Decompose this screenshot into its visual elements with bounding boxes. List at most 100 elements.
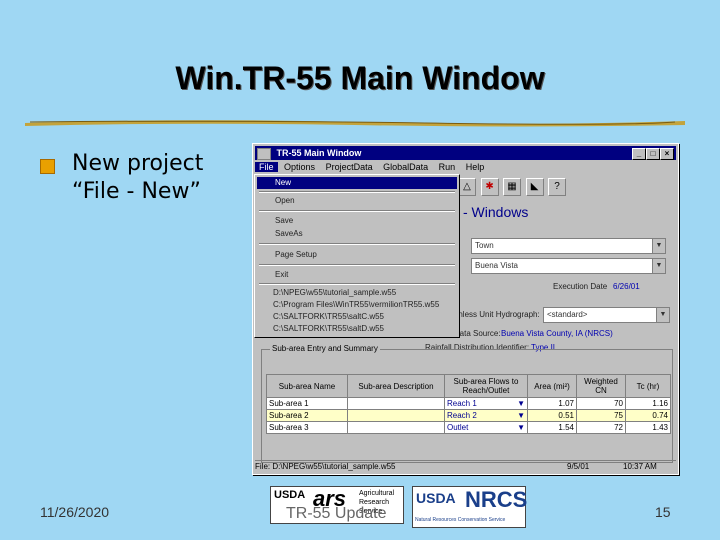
col-subarea-description[interactable]: Sub-area Description xyxy=(347,374,445,398)
cell-area[interactable]: 0.51 xyxy=(527,409,577,422)
triangle-icon[interactable]: △ xyxy=(458,178,476,196)
menu-file[interactable]: File xyxy=(255,162,278,172)
unit-hydrograph-value: <standard> xyxy=(547,310,588,319)
menu-options[interactable]: Options xyxy=(280,162,319,172)
chevron-down-icon[interactable]: ▼ xyxy=(652,239,665,253)
usda-nrcs-logo-nrcs: NRCS xyxy=(465,487,528,512)
cell-tc[interactable]: 0.74 xyxy=(625,409,671,422)
bullet-text: New project “File - New” xyxy=(72,150,203,206)
cell-description[interactable] xyxy=(347,397,445,410)
menu-separator xyxy=(259,243,455,245)
table-header-row: Sub-area Name Sub-area Description Sub-a… xyxy=(266,374,671,398)
window-title: TR-55 Main Window xyxy=(276,148,362,158)
cell-cn[interactable]: 72 xyxy=(576,421,626,434)
menu-separator xyxy=(259,191,455,193)
table-row[interactable]: Sub-area 1 Reach 1 ▼ 1.07 70 1.16 xyxy=(266,397,671,410)
menu-run[interactable]: Run xyxy=(435,162,460,172)
recent-file-3[interactable]: C:\SALTFORK\TR55\saltC.w55 xyxy=(257,311,457,323)
bullet-marker xyxy=(40,159,55,174)
minimize-button[interactable]: _ xyxy=(632,148,646,160)
menu-help[interactable]: Help xyxy=(462,162,489,172)
title-underline xyxy=(25,120,685,127)
cell-flows-text: Reach 2 xyxy=(447,411,477,420)
usda-nrcs-logo: USDA NRCS Natural Resources Conservation… xyxy=(412,486,528,528)
cell-name[interactable]: Sub-area 3 xyxy=(266,421,348,434)
slide-title: Win.TR-55 Main Window xyxy=(175,60,545,96)
runner-icon[interactable]: ✱ xyxy=(480,178,499,196)
menu-separator xyxy=(259,283,455,285)
status-date: 9/5/01 xyxy=(567,462,590,471)
table-row[interactable]: Sub-area 2 Reach 2 ▼ 0.51 75 0.74 xyxy=(266,409,671,422)
county-value: Town xyxy=(475,241,494,250)
help-icon[interactable]: ? xyxy=(548,178,567,196)
col-area[interactable]: Area (mi²) xyxy=(527,374,577,398)
menu-item-exit[interactable]: Exit xyxy=(257,269,457,281)
cell-flows[interactable]: Reach 1 ▼ xyxy=(444,397,528,410)
status-file: File: D:\NPEG\w55\tutorial_sample.w55 xyxy=(255,462,396,471)
col-weighted-cn[interactable]: Weighted CN xyxy=(576,374,626,398)
status-time: 10:37 AM xyxy=(623,462,657,471)
slide-number: 15 xyxy=(655,504,671,520)
chevron-down-icon[interactable]: ▼ xyxy=(517,411,525,420)
bullet-line-1: New project xyxy=(72,151,204,176)
maximize-button[interactable]: □ xyxy=(646,148,660,160)
chevron-down-icon[interactable]: ▼ xyxy=(517,399,525,408)
execution-date-value: 6/26/01 xyxy=(613,282,640,291)
chevron-down-icon[interactable]: ▼ xyxy=(517,423,525,432)
grid-icon[interactable]: ▦ xyxy=(503,178,522,196)
cell-cn[interactable]: 70 xyxy=(576,397,626,410)
usda-ars-logo-usda: USDA xyxy=(274,489,306,501)
cell-cn[interactable]: 75 xyxy=(576,409,626,422)
menu-separator xyxy=(259,264,455,266)
col-tc[interactable]: Tc (hr) xyxy=(625,374,671,398)
cell-flows-text: Outlet xyxy=(447,423,469,432)
close-button[interactable]: × xyxy=(660,148,674,160)
menu-item-save-as[interactable]: SaveAs xyxy=(257,228,457,240)
chart-icon[interactable]: ◣ xyxy=(525,178,544,196)
cell-tc[interactable]: 1.43 xyxy=(625,421,671,434)
cell-description[interactable] xyxy=(347,421,445,434)
bullet-line-2: “File - New” xyxy=(72,179,201,204)
recent-file-1[interactable]: D:\NPEG\w55\tutorial_sample.w55 xyxy=(257,287,457,299)
cell-flows-text: Reach 1 xyxy=(447,399,477,408)
menu-item-new[interactable]: New xyxy=(257,177,457,189)
file-menu-dropdown: New Open Save SaveAs Page Setup Exit D:\… xyxy=(254,174,460,338)
window-subtitle: - Windows xyxy=(463,204,529,220)
menu-separator xyxy=(259,210,455,212)
menu-item-open[interactable]: Open xyxy=(257,195,457,207)
execution-date-label: Execution Date xyxy=(553,282,608,291)
cell-flows[interactable]: Reach 2 ▼ xyxy=(444,409,528,422)
footer-text: TR-55 Update xyxy=(286,505,387,522)
rainfall-source-value[interactable]: Buena Vista County, IA (NRCS) xyxy=(501,329,613,338)
county-select[interactable]: Town ▼ xyxy=(471,238,666,254)
recent-file-4[interactable]: C:\SALTFORK\TR55\saltD.w55 xyxy=(257,323,457,335)
subarea-table: Sub-area Name Sub-area Description Sub-a… xyxy=(266,374,671,434)
col-subarea-name[interactable]: Sub-area Name xyxy=(266,374,348,398)
cell-area[interactable]: 1.07 xyxy=(527,397,577,410)
window-titlebar[interactable]: TR-55 Main Window _ □ × xyxy=(255,146,676,160)
menu-item-save[interactable]: Save xyxy=(257,215,457,227)
cell-description[interactable] xyxy=(347,409,445,422)
chevron-down-icon[interactable]: ▼ xyxy=(652,259,665,273)
usda-nrcs-logo-usda: USDA xyxy=(416,490,456,506)
cell-name[interactable]: Sub-area 1 xyxy=(266,397,348,410)
menu-project-data[interactable]: ProjectData xyxy=(322,162,377,172)
ars-text-1: Agricultural xyxy=(359,490,395,497)
cell-flows[interactable]: Outlet ▼ xyxy=(444,421,528,434)
state-select[interactable]: Buena Vista ▼ xyxy=(471,258,666,274)
cell-name[interactable]: Sub-area 2 xyxy=(266,409,348,422)
col-flows-to[interactable]: Sub-area Flows to Reach/Outlet xyxy=(444,374,528,398)
cell-tc[interactable]: 1.16 xyxy=(625,397,671,410)
subarea-group-title: Sub-area Entry and Summary xyxy=(270,344,380,353)
unit-hydrograph-select[interactable]: <standard> ▼ xyxy=(543,307,670,323)
chevron-down-icon[interactable]: ▼ xyxy=(656,308,669,322)
toolbar: △ ✱ ▦ ◣ ? xyxy=(458,178,568,196)
menu-global-data[interactable]: GlobalData xyxy=(379,162,432,172)
menu-item-page-setup[interactable]: Page Setup xyxy=(257,249,457,261)
menu-bar: File Options ProjectData GlobalData Run … xyxy=(255,161,676,174)
table-row[interactable]: Sub-area 3 Outlet ▼ 1.54 72 1.43 xyxy=(266,421,671,434)
cell-area[interactable]: 1.54 xyxy=(527,421,577,434)
slide-date: 11/26/2020 xyxy=(40,504,110,520)
usda-nrcs-logo-sub: Natural Resources Conservation Service xyxy=(415,517,506,523)
recent-file-2[interactable]: C:\Program Files\WinTR55\vermilionTR55.w… xyxy=(257,299,457,311)
